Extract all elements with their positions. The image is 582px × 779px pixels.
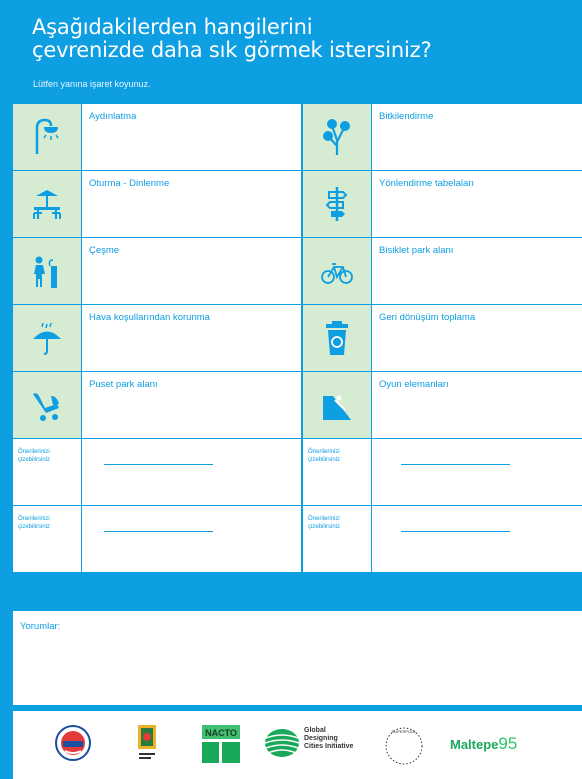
option-label: Oturma - Dinlenme bbox=[89, 178, 170, 189]
suggestion-drawing-box[interactable]: Önerilerinizi çizebilirsiniz bbox=[303, 506, 371, 572]
bicycle-icon bbox=[321, 263, 353, 284]
options-grid: Aydınlatma Bitkilendirme Oturma - Dinlen… bbox=[13, 104, 582, 572]
tree-icon bbox=[323, 119, 350, 155]
comments-field[interactable]: Yorumlar: bbox=[13, 611, 582, 705]
option-icon-box bbox=[13, 238, 81, 304]
option-icon-box bbox=[13, 305, 81, 371]
instruction-text: Lütfen yanına işaret koyunuz. bbox=[33, 79, 151, 89]
page-title: Aşağıdakilerden hangilerini çevrenizde d… bbox=[32, 16, 552, 62]
nacto-logo-icon: NACTO bbox=[202, 725, 240, 763]
header: Aşağıdakilerden hangilerini çevrenizde d… bbox=[0, 0, 582, 103]
footer-logos: NACTO Global Designing Cities Initiative… bbox=[13, 711, 582, 779]
sorrocco-logo-icon bbox=[138, 725, 156, 765]
write-line bbox=[104, 464, 213, 465]
option-icon-box bbox=[303, 238, 371, 304]
option-yonlendirme[interactable]: Yönlendirme tabelaları bbox=[372, 171, 582, 237]
suggestion-text-field[interactable] bbox=[372, 439, 582, 505]
maltepe-municipality-seal-icon bbox=[55, 725, 91, 761]
options-row: Puset park alanı Oyun elemanları bbox=[13, 372, 582, 438]
option-icon-box bbox=[303, 104, 371, 170]
suggestion-label: Önerilerinizi çizebilirsiniz bbox=[308, 449, 341, 463]
option-label: Çeşme bbox=[89, 245, 120, 256]
option-icon-box bbox=[303, 305, 371, 371]
option-oturma-dinlenme[interactable]: Oturma - Dinlenme bbox=[82, 171, 301, 237]
comments-label: Yorumlar: bbox=[20, 621, 61, 632]
option-oyun-elemanlari[interactable]: Oyun elemanları bbox=[372, 372, 582, 438]
option-label: Bitkilendirme bbox=[379, 111, 434, 122]
suggestion-drawing-box[interactable]: Önerilerinizi çizebilirsiniz bbox=[13, 439, 81, 505]
superpool-logo-icon: SUPERPOOL bbox=[383, 725, 425, 767]
option-aydinlatma[interactable]: Aydınlatma bbox=[82, 104, 301, 170]
suggestion-row: Önerilerinizi çizebilirsiniz Önerilerini… bbox=[13, 506, 582, 572]
option-icon-box bbox=[13, 171, 81, 237]
maltepe-logo-text: Maltepe95 bbox=[450, 734, 518, 753]
recycle-bin-icon bbox=[326, 321, 348, 355]
options-row: Oturma - Dinlenme Yönlendirme tabelaları bbox=[13, 171, 582, 237]
nacto-text: NACTO bbox=[205, 728, 237, 738]
write-line bbox=[401, 531, 510, 532]
suggestion-drawing-box[interactable]: Önerilerinizi çizebilirsiniz bbox=[303, 439, 371, 505]
maltepe95-logo-icon: Maltepe95 bbox=[450, 725, 560, 753]
option-label: Aydınlatma bbox=[89, 111, 137, 122]
option-puset-park[interactable]: Puset park alanı bbox=[82, 372, 301, 438]
suggestion-label: Önerilerinizi çizebilirsiniz bbox=[18, 516, 51, 530]
suggestion-text-field[interactable] bbox=[82, 439, 301, 505]
option-icon-box bbox=[303, 171, 371, 237]
superpool-text: SUPERPOOL bbox=[392, 729, 418, 734]
water-fountain-icon bbox=[34, 256, 57, 288]
option-bisiklet-park[interactable]: Bisiklet park alanı bbox=[372, 238, 582, 304]
suggestion-text-field[interactable] bbox=[82, 506, 301, 572]
suggestion-text-field[interactable] bbox=[372, 506, 582, 572]
umbrella-rain-icon bbox=[33, 322, 61, 355]
stroller-icon bbox=[33, 393, 59, 421]
option-label: Oyun elemanları bbox=[379, 379, 449, 390]
options-row: Hava koşullarından korunma Geri dönüşüm … bbox=[13, 305, 582, 371]
option-icon-box bbox=[13, 104, 81, 170]
suggestion-row: Önerilerinizi çizebilirsiniz Önerilerini… bbox=[13, 439, 582, 505]
option-label: Bisiklet park alanı bbox=[379, 245, 454, 256]
option-icon-box bbox=[303, 372, 371, 438]
picnic-table-icon bbox=[33, 190, 61, 219]
gdci-logo-icon: Global Designing Cities Initiative bbox=[264, 725, 364, 761]
option-geri-donusum[interactable]: Geri dönüşüm toplama bbox=[372, 305, 582, 371]
survey-page: Aşağıdakilerden hangilerini çevrenizde d… bbox=[0, 0, 582, 779]
title-line-2: çevrenizde daha sık görmek istersiniz? bbox=[32, 38, 432, 62]
write-line bbox=[401, 464, 510, 465]
option-label: Geri dönüşüm toplama bbox=[379, 312, 476, 323]
suggestion-label: Önerilerinizi çizebilirsiniz bbox=[18, 449, 51, 463]
options-row: Çeşme Bisiklet park alanı bbox=[13, 238, 582, 304]
option-cesme[interactable]: Çeşme bbox=[82, 238, 301, 304]
gdci-text: Global Designing Cities Initiative bbox=[304, 727, 354, 750]
street-lamp-icon bbox=[35, 118, 59, 154]
divider-band bbox=[0, 573, 582, 605]
signpost-icon bbox=[325, 187, 348, 221]
option-label: Yönlendirme tabelaları bbox=[379, 178, 475, 189]
title-line-1: Aşağıdakilerden hangilerini bbox=[32, 15, 313, 39]
option-bitkilendirme[interactable]: Bitkilendirme bbox=[372, 104, 582, 170]
write-line bbox=[104, 531, 213, 532]
option-label: Hava koşullarından korunma bbox=[89, 312, 210, 323]
slide-icon bbox=[323, 395, 351, 420]
option-label: Puset park alanı bbox=[89, 379, 158, 390]
suggestion-drawing-box[interactable]: Önerilerinizi çizebilirsiniz bbox=[13, 506, 81, 572]
suggestion-label: Önerilerinizi çizebilirsiniz bbox=[308, 516, 341, 530]
options-row: Aydınlatma Bitkilendirme bbox=[13, 104, 582, 170]
option-hava-korunma[interactable]: Hava koşullarından korunma bbox=[82, 305, 301, 371]
option-icon-box bbox=[13, 372, 81, 438]
